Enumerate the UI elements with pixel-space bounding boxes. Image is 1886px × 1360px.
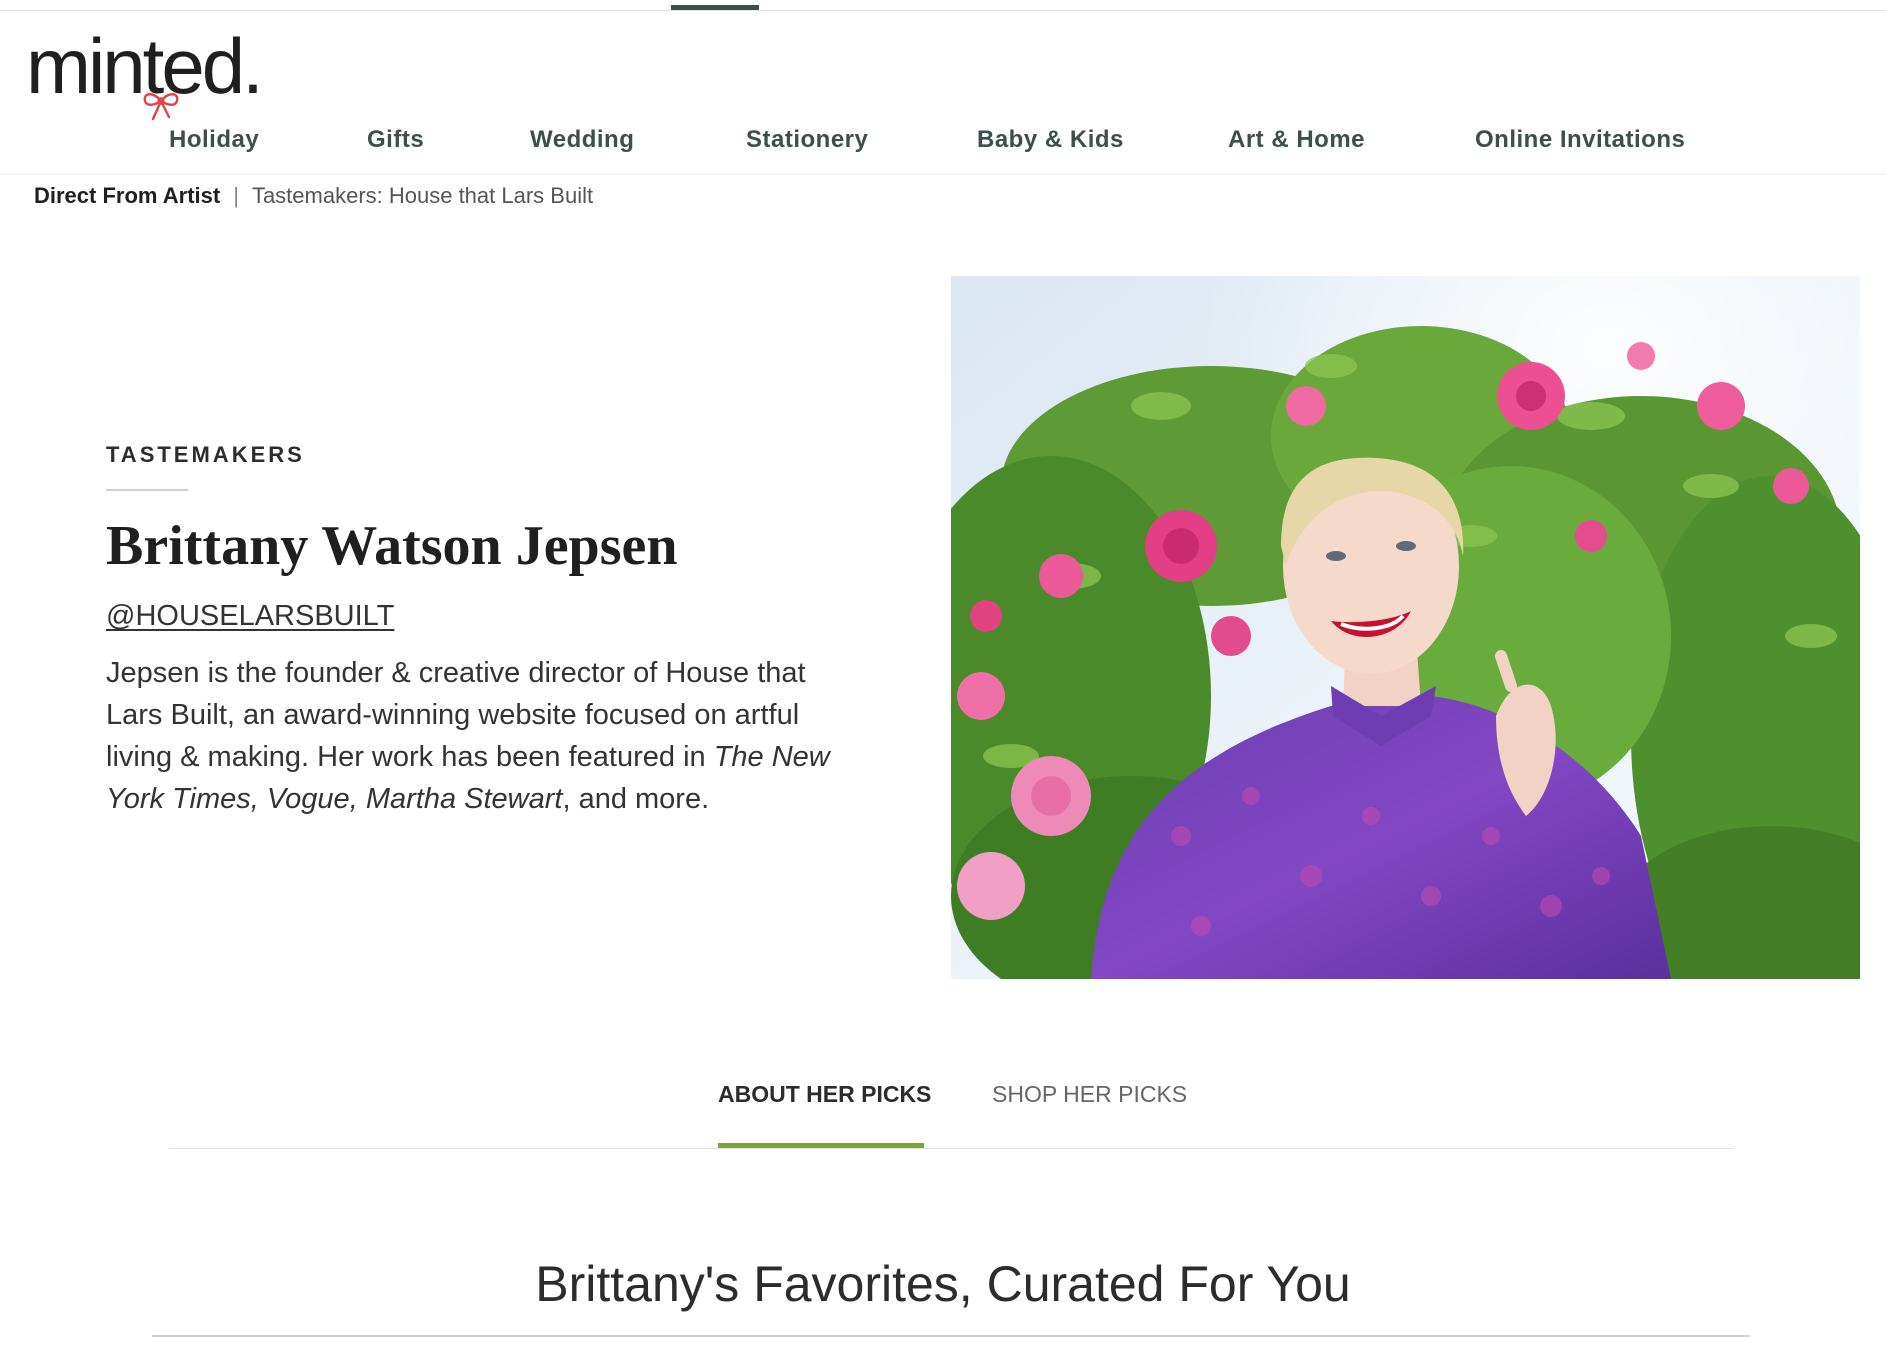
favorites-section-title: Brittany's Favorites, Curated For You <box>535 1256 1351 1312</box>
tab-shop-her-picks[interactable]: SHOP HER PICKS <box>992 1081 1187 1108</box>
site-header: minted. Holiday Gifts Wedding Stationery… <box>0 11 1886 175</box>
bio-end: , and more. <box>562 783 710 815</box>
breadcrumb-current-page: Tastemakers: House that Lars Built <box>251 183 594 208</box>
nav-item-art-home[interactable]: Art & Home <box>1228 126 1365 154</box>
breadcrumb-direct-from-artist[interactable]: Direct From Artist <box>34 183 220 208</box>
active-section-indicator <box>671 5 759 10</box>
nav-item-online-invitations[interactable]: Online Invitations <box>1475 126 1685 154</box>
bio-separator: , <box>349 783 366 815</box>
section-eyebrow: TASTEMAKERS <box>106 442 305 467</box>
tab-about-her-picks[interactable]: ABOUT HER PICKS <box>718 1081 931 1108</box>
nav-item-gifts[interactable]: Gifts <box>367 126 424 154</box>
breadcrumb: Direct From Artist | Tastemakers: House th… <box>34 183 593 209</box>
nav-item-stationery[interactable]: Stationery <box>746 126 868 154</box>
bio-separator: , <box>250 783 267 815</box>
bio-publication-vogue: Vogue <box>266 783 350 815</box>
eyebrow-divider <box>106 489 188 491</box>
tabs-divider <box>169 1148 1734 1149</box>
nav-item-holiday[interactable]: Holiday <box>169 126 259 154</box>
bio-text: Jepsen is the founder & creative directo… <box>106 657 806 773</box>
section-divider <box>152 1335 1750 1337</box>
nav-item-wedding[interactable]: Wedding <box>530 126 634 154</box>
active-tab-indicator <box>718 1143 924 1148</box>
bio-publication-martha-stewart: Martha Stewart <box>365 783 563 815</box>
instagram-handle-link[interactable]: @HOUSELARSBUILT <box>106 600 394 633</box>
breadcrumb-separator: | <box>233 183 239 208</box>
tastemaker-portrait-photo <box>951 276 1860 979</box>
main-navigation: Holiday Gifts Wedding Stationery Baby & … <box>0 112 1886 172</box>
tastemaker-name: Brittany Watson Jepsen <box>106 515 678 577</box>
nav-item-baby-kids[interactable]: Baby & Kids <box>977 126 1124 154</box>
tastemaker-bio: Jepsen is the founder & creative directo… <box>106 652 856 820</box>
